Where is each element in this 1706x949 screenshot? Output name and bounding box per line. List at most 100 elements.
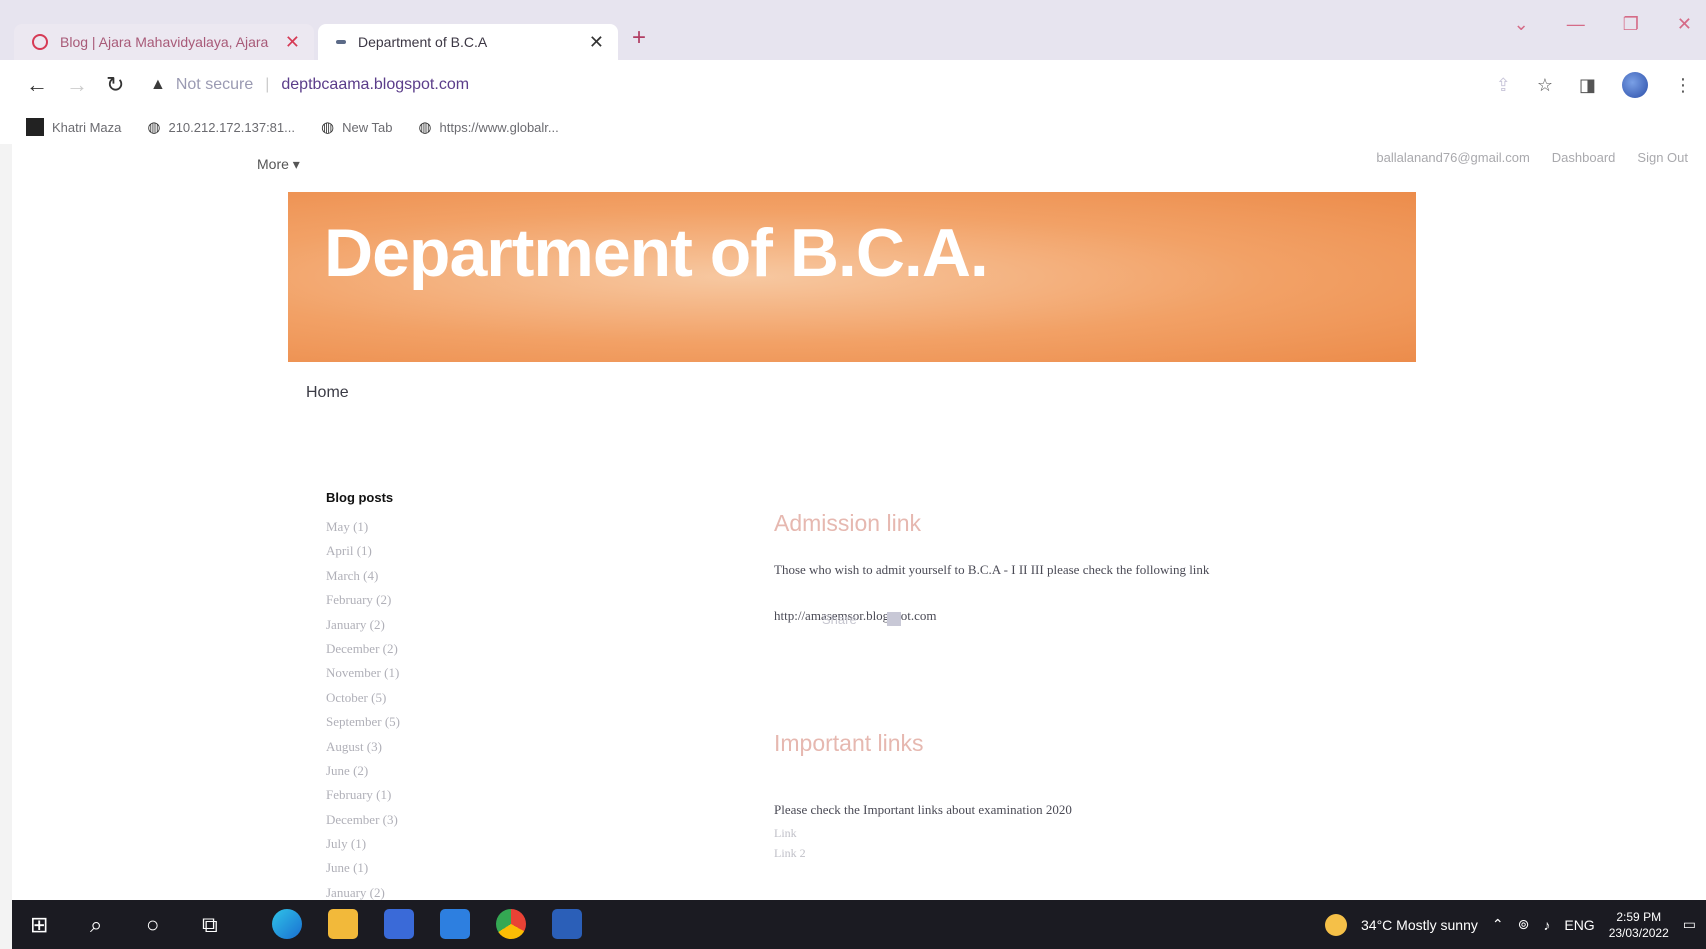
- bookmark-label: 210.212.172.137:81...: [168, 119, 295, 135]
- sidebar-archive: Blog posts May (1) April (1) March (4) F…: [326, 490, 626, 905]
- language-indicator[interactable]: ENG: [1564, 917, 1594, 933]
- blog-title[interactable]: Department of B.C.A.: [324, 214, 989, 292]
- blogger-navbar: ballalanand76@gmail.com Dashboard Sign O…: [1376, 150, 1688, 165]
- post-list-item[interactable]: Link 2: [774, 846, 806, 861]
- post-list-item[interactable]: Link: [774, 826, 797, 841]
- archive-item[interactable]: January (2): [326, 613, 626, 637]
- clock-time: 2:59 PM: [1616, 909, 1662, 924]
- bookmark-favicon-icon: [26, 118, 44, 136]
- account-email: ballalanand76@gmail.com: [1376, 150, 1530, 165]
- share-label[interactable]: Share: [822, 612, 857, 627]
- file-explorer-icon[interactable]: [328, 909, 358, 939]
- tab-favicon-icon: [336, 40, 346, 44]
- browser-toolbar: ← → ↻ ▲ Not secure | deptbcaama.blogspot…: [0, 60, 1706, 110]
- task-view-icon[interactable]: ⧉: [202, 912, 218, 938]
- profile-avatar[interactable]: [1622, 72, 1648, 98]
- blog-header: Department of B.C.A.: [288, 192, 1416, 362]
- menu-icon[interactable]: ⋮: [1674, 75, 1692, 96]
- network-icon[interactable]: ⊚: [1518, 916, 1530, 933]
- search-icon[interactable]: ⌕: [90, 912, 102, 938]
- windows-taskbar: ⊞ ⌕ ○ ⧉ 34°C Mostly sunny ⌃ ⊚ ♪ ENG 2:59…: [12, 900, 1706, 949]
- close-window-icon[interactable]: ✕: [1677, 14, 1692, 35]
- mail-icon[interactable]: [440, 909, 470, 939]
- back-icon[interactable]: ←: [26, 72, 48, 98]
- close-icon[interactable]: ✕: [285, 32, 300, 53]
- weather-text[interactable]: 34°C Mostly sunny: [1361, 917, 1478, 933]
- home-link[interactable]: Home: [306, 384, 349, 402]
- forward-icon[interactable]: →: [66, 72, 88, 98]
- share-bar: Share: [822, 612, 901, 627]
- page-viewport: More ▾ ballalanand76@gmail.com Dashboard…: [12, 144, 1706, 900]
- weather-sun-icon: [1325, 913, 1348, 936]
- archive-item[interactable]: July (1): [326, 832, 626, 856]
- tab-title: Blog | Ajara Mahavidyalaya, Ajara: [60, 34, 269, 50]
- bookmark-label: New Tab: [342, 119, 393, 135]
- tab-department-bca[interactable]: Department of B.C.A ✕: [318, 24, 618, 60]
- archive-item[interactable]: June (2): [326, 759, 626, 783]
- security-label: Not secure: [175, 76, 254, 93]
- bookmarks-bar: Khatri Maza ◍ 210.212.172.137:81... ◍ Ne…: [0, 110, 1706, 144]
- archive-item[interactable]: December (3): [326, 808, 626, 832]
- archive-item[interactable]: September (5): [326, 710, 626, 734]
- system-tray: 34°C Mostly sunny ⌃ ⊚ ♪ ENG 2:59 PM 23/0…: [1325, 900, 1696, 949]
- dashboard-link[interactable]: Dashboard: [1552, 150, 1616, 165]
- bookmark-globalr[interactable]: ◍ https://www.globalr...: [418, 118, 558, 136]
- bookmark-label: Khatri Maza: [52, 119, 122, 135]
- minimize-icon[interactable]: —: [1567, 14, 1585, 35]
- archive-item[interactable]: October (5): [326, 686, 626, 710]
- sign-out-link[interactable]: Sign Out: [1637, 150, 1688, 165]
- reload-icon[interactable]: ↻: [106, 72, 124, 98]
- tab-favicon-icon: [32, 34, 48, 50]
- facebook-icon[interactable]: [886, 612, 901, 626]
- star-icon[interactable]: ☆: [1537, 75, 1553, 96]
- clock[interactable]: 2:59 PM 23/03/2022: [1609, 909, 1669, 941]
- post-title-admission[interactable]: Admission link: [774, 510, 921, 537]
- edge-icon[interactable]: [272, 909, 302, 939]
- divider: |: [265, 76, 270, 93]
- archive-item[interactable]: June (1): [326, 856, 626, 880]
- restore-icon[interactable]: ❐: [1623, 14, 1639, 35]
- cortana-icon[interactable]: ○: [146, 912, 159, 938]
- bookmark-label: https://www.globalr...: [439, 119, 559, 135]
- share-icon[interactable]: ⇪: [1496, 75, 1511, 96]
- archive-item[interactable]: August (3): [326, 735, 626, 759]
- chrome-icon[interactable]: [496, 909, 526, 939]
- close-icon[interactable]: ✕: [589, 32, 604, 53]
- archive-item[interactable]: November (1): [326, 661, 626, 685]
- post-title-important[interactable]: Important links: [774, 730, 924, 757]
- post-body: Please check the Important links about e…: [774, 802, 1072, 817]
- volume-icon[interactable]: ♪: [1543, 917, 1550, 933]
- archive-item[interactable]: February (2): [326, 588, 626, 612]
- tab-blog-ajara[interactable]: Blog | Ajara Mahavidyalaya, Ajara ✕: [14, 24, 314, 60]
- archive-item[interactable]: December (2): [326, 637, 626, 661]
- archive-item[interactable]: May (1): [326, 515, 626, 539]
- url-text: deptbcaama.blogspot.com: [281, 76, 470, 93]
- bookmark-new-tab[interactable]: ◍ New Tab: [321, 118, 392, 136]
- notifications-icon[interactable]: ▭: [1683, 916, 1696, 933]
- archive-item[interactable]: April (1): [326, 539, 626, 563]
- tab-title: Department of B.C.A: [358, 34, 488, 50]
- address-bar[interactable]: ▲ Not secure | deptbcaama.blogspot.com: [150, 68, 1490, 102]
- archive-item[interactable]: February (1): [326, 783, 626, 807]
- tab-strip: Blog | Ajara Mahavidyalaya, Ajara ✕ Depa…: [0, 0, 1706, 60]
- new-tab-button[interactable]: +: [632, 24, 646, 52]
- sidebar-title: Blog posts: [326, 490, 394, 505]
- windows-start-icon[interactable]: ⊞: [30, 912, 48, 938]
- post-body: Those who wish to admit yourself to B.C.…: [774, 562, 1210, 577]
- clock-date: 23/03/2022: [1608, 925, 1669, 940]
- globe-icon: ◍: [147, 119, 161, 136]
- side-panel-icon[interactable]: ◨: [1579, 75, 1596, 96]
- globe-icon: ◍: [320, 119, 335, 136]
- chevron-up-icon[interactable]: ⌃: [1492, 916, 1504, 933]
- bookmark-khatri-maza[interactable]: Khatri Maza: [26, 118, 121, 136]
- tab-search-icon[interactable]: ⌄: [1514, 14, 1529, 35]
- bookmark-ip[interactable]: ◍ 210.212.172.137:81...: [147, 118, 295, 136]
- globe-icon: ◍: [418, 119, 432, 136]
- warning-icon: ▲: [150, 76, 166, 93]
- archive-item[interactable]: March (4): [326, 564, 626, 588]
- toolbar-actions: ⇪ ☆ ◨ ⋮: [1496, 72, 1692, 98]
- store-icon[interactable]: [384, 909, 414, 939]
- more-menu[interactable]: More ▾: [257, 156, 300, 173]
- word-icon[interactable]: [552, 909, 582, 939]
- window-controls: ⌄ — ❐ ✕: [1514, 14, 1692, 35]
